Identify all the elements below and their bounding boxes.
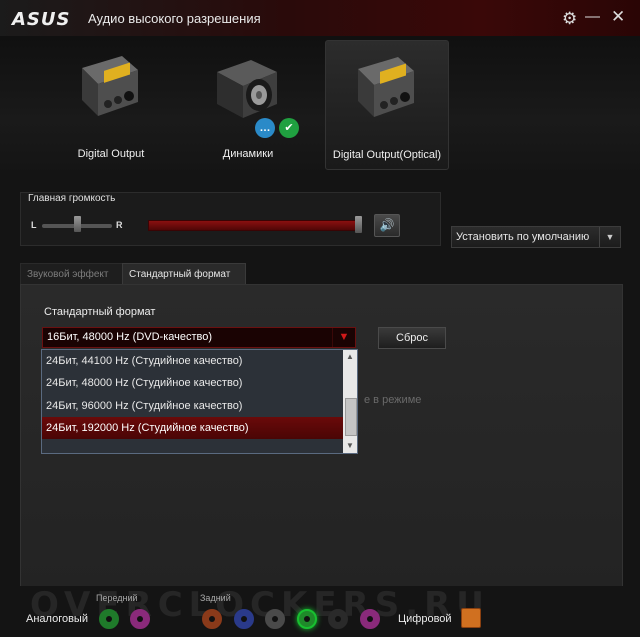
jack-front-1[interactable]	[99, 609, 119, 629]
jack-back-6[interactable]	[360, 609, 380, 629]
front-jacks-label: Передний	[96, 593, 138, 603]
digital-label: Цифровой	[398, 613, 452, 625]
volume-slider-thumb[interactable]	[355, 216, 362, 233]
format-option[interactable]: 24Бит, 44100 Hz (Студийное качество)	[42, 350, 345, 372]
optical-port-icon[interactable]	[461, 608, 481, 628]
jack-back-1[interactable]	[202, 609, 222, 629]
device-speakers[interactable]: … ✔ Динамики	[187, 40, 309, 168]
scroll-up-icon[interactable]: ▲	[343, 350, 357, 364]
chevron-down-icon: ▼	[332, 328, 355, 347]
device-label: Digital Output(Optical)	[332, 149, 442, 161]
device-label: Digital Output	[77, 148, 145, 160]
jack-back-4-active[interactable]	[297, 609, 317, 629]
scrollbar-thumb[interactable]	[345, 398, 357, 436]
analog-label: Аналоговый	[26, 613, 88, 625]
obscured-text: е в режиме	[364, 394, 422, 406]
tab-sound-effect[interactable]: Звуковой эффект	[20, 263, 126, 286]
tab-default-format[interactable]: Стандартный формат	[122, 263, 246, 286]
checkmark-icon: ✔	[279, 118, 299, 138]
balance-left-label: L	[31, 220, 37, 230]
asus-logo: ASUS	[12, 9, 71, 30]
minimize-icon[interactable]: —	[585, 8, 600, 25]
back-jacks-label: Задний	[200, 593, 231, 603]
receiver-icon	[358, 57, 414, 117]
device-label: Динамики	[222, 148, 274, 160]
jack-back-5[interactable]	[328, 609, 348, 629]
volume-title: Главная громкость	[28, 193, 116, 204]
jack-back-3[interactable]	[265, 609, 285, 629]
balance-right-label: R	[116, 220, 123, 230]
reset-button[interactable]: Сброс	[378, 327, 446, 349]
gear-icon[interactable]: ⚙	[562, 9, 577, 29]
app-title: Аудио высокого разрешения	[88, 11, 261, 26]
format-select[interactable]: 16Бит, 48000 Hz (DVD-качество) ▼	[42, 327, 356, 348]
receiver-icon	[82, 56, 138, 116]
chevron-down-icon: ▼	[599, 227, 620, 247]
dropdown-scrollbar[interactable]: ▲ ▼	[343, 350, 357, 453]
jack-front-2[interactable]	[130, 609, 150, 629]
close-icon[interactable]: ✕	[611, 7, 625, 27]
format-option[interactable]: 24Бит, 96000 Hz (Студийное качество)	[42, 395, 345, 417]
format-label: Стандартный формат	[44, 306, 156, 318]
device-digital-output-optical[interactable]: Digital Output(Optical)	[325, 40, 449, 170]
balance-slider-thumb[interactable]	[73, 216, 81, 232]
format-option-highlighted[interactable]: 24Бит, 192000 Hz (Студийное качество)	[42, 417, 345, 439]
device-digital-output[interactable]: Digital Output	[50, 40, 172, 168]
set-default-dropdown[interactable]: Установить по умолчанию ▼	[451, 226, 621, 248]
format-dropdown-list[interactable]: 24Бит, 44100 Hz (Студийное качество) 24Б…	[41, 349, 358, 454]
volume-slider[interactable]	[148, 220, 362, 231]
set-default-label: Установить по умолчанию	[456, 231, 590, 243]
device-strip: Digital Output … ✔ Динамики Digital Outp…	[0, 36, 640, 176]
chat-icon: …	[255, 118, 275, 138]
format-option[interactable]: 24Бит, 48000 Hz (Студийное качество)	[42, 372, 345, 394]
jack-back-2[interactable]	[234, 609, 254, 629]
format-selected-value: 16Бит, 48000 Hz (DVD-качество)	[47, 331, 213, 343]
scroll-down-icon[interactable]: ▼	[343, 439, 357, 453]
speaker-icon	[217, 60, 277, 118]
speaker-icon[interactable]: 🔊	[374, 214, 400, 237]
